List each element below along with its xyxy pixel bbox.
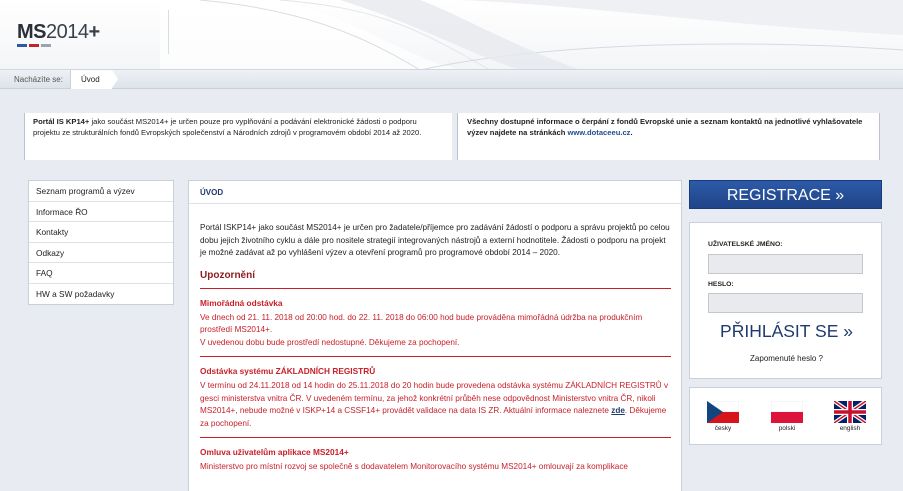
notice-text-line: Ministerstvo pro místní rozvoj se společ… xyxy=(200,462,628,472)
uk-flag-icon xyxy=(834,401,866,423)
notice-text: Ve dnech od 21. 11. 2018 od 20:00 hod. d… xyxy=(200,312,671,350)
header: MS2014+ xyxy=(0,0,903,70)
notice-text-line: Ve dnech od 21. 11. 2018 od 20:00 hod. d… xyxy=(200,312,643,335)
notices-heading: Upozornění xyxy=(200,270,671,289)
forgot-password-link[interactable]: Zapomenuté heslo ? xyxy=(690,354,883,363)
notice-item: Mimořádná odstávka Ve dnech od 21. 11. 2… xyxy=(200,289,671,357)
breadcrumb: Nacházíte se: Úvod xyxy=(0,69,903,89)
logo-ms: MS xyxy=(17,21,47,43)
language-czech[interactable]: česky xyxy=(703,401,743,432)
header-divider xyxy=(168,10,169,54)
notice-title: Omluva uživatelům aplikace MS2014+ xyxy=(200,447,349,458)
logo-plus: + xyxy=(88,21,101,43)
notice-title: Mimořádná odstávka xyxy=(200,297,283,308)
notice-text-line: V uvedenou dobu bude prostředí nedostupn… xyxy=(200,338,460,348)
breadcrumb-label: Nacházíte se: xyxy=(14,74,63,84)
notice-title: Odstávka systému ZÁKLADNÍCH REGISTRŮ xyxy=(200,365,376,376)
polish-flag-icon xyxy=(771,401,803,423)
language-selector: česky polski english xyxy=(689,387,882,445)
main-panel: ÚVOD Portál ISKP14+ jako součást MS2014+… xyxy=(188,180,682,491)
info-box-portal: Portál IS KP14+ jako součást MS2014+ je … xyxy=(24,113,452,160)
info-left-text: jako součást MS2014+ je určen pouze pro … xyxy=(33,117,422,137)
menu-item-faq[interactable]: FAQ xyxy=(29,263,173,284)
notice-item: Odstávka systému ZÁKLADNÍCH REGISTRŮ V t… xyxy=(200,357,671,439)
notice-item: Omluva uživatelům aplikace MS2014+ Minis… xyxy=(200,438,671,480)
menu-item-hw-sw[interactable]: HW a SW požadavky xyxy=(29,284,173,305)
intro-text: Portál ISKP14+ jako součást MS2014+ je u… xyxy=(200,223,670,257)
language-english[interactable]: english xyxy=(830,401,870,432)
login-box: UŽIVATELSKÉ JMÉNO: HESLO: PŘIHLÁSIT SE »… xyxy=(689,222,882,379)
language-label: polski xyxy=(778,425,796,432)
logo-color-bars xyxy=(17,44,51,47)
password-label: HESLO: xyxy=(708,281,734,288)
language-polish[interactable]: polski xyxy=(767,401,807,432)
username-input[interactable] xyxy=(708,254,863,274)
language-label: english xyxy=(839,425,861,432)
notice-text: V termínu od 24.11.2018 od 14 hodin do 2… xyxy=(200,380,671,431)
info-right-text: Všechny dostupné informace o čerpání z f… xyxy=(467,117,863,137)
logo-year: 2014 xyxy=(46,21,89,43)
menu-item-contacts[interactable]: Kontakty xyxy=(29,222,173,243)
czech-flag-icon xyxy=(707,401,739,423)
info-right-end: . xyxy=(630,128,633,137)
menu-item-links[interactable]: Odkazy xyxy=(29,243,173,263)
password-input[interactable] xyxy=(708,293,863,313)
left-menu: Seznam programů a výzev Informace ŘO Kon… xyxy=(28,180,174,305)
dotaceeu-link[interactable]: www.dotaceeu.cz xyxy=(567,128,630,137)
login-button[interactable]: PŘIHLÁSIT SE » xyxy=(690,321,883,342)
info-box-dotace: Všechny dostupné informace o čerpání z f… xyxy=(457,113,880,160)
language-label: česky xyxy=(714,425,732,432)
main-title: ÚVOD xyxy=(189,181,681,204)
notice-text: Ministerstvo pro místní rozvoj se společ… xyxy=(200,461,671,474)
notice-link-zde[interactable]: zde xyxy=(611,406,625,415)
username-label: UŽIVATELSKÉ JMÉNO: xyxy=(708,241,783,248)
info-left-bold: Portál IS KP14+ xyxy=(33,117,90,126)
menu-item-info-ro[interactable]: Informace ŘO xyxy=(29,202,173,222)
main-body: Portál ISKP14+ jako součást MS2014+ je u… xyxy=(189,204,681,480)
header-swoosh-decoration xyxy=(160,0,903,69)
menu-item-programs[interactable]: Seznam programů a výzev xyxy=(29,181,173,202)
notice-text-line: V termínu od 24.11.2018 od 14 hodin do 2… xyxy=(200,380,669,416)
breadcrumb-item-uvod[interactable]: Úvod xyxy=(70,69,118,89)
ms2014-logo[interactable]: MS2014+ xyxy=(17,21,100,44)
register-button[interactable]: REGISTRACE » xyxy=(689,180,882,209)
